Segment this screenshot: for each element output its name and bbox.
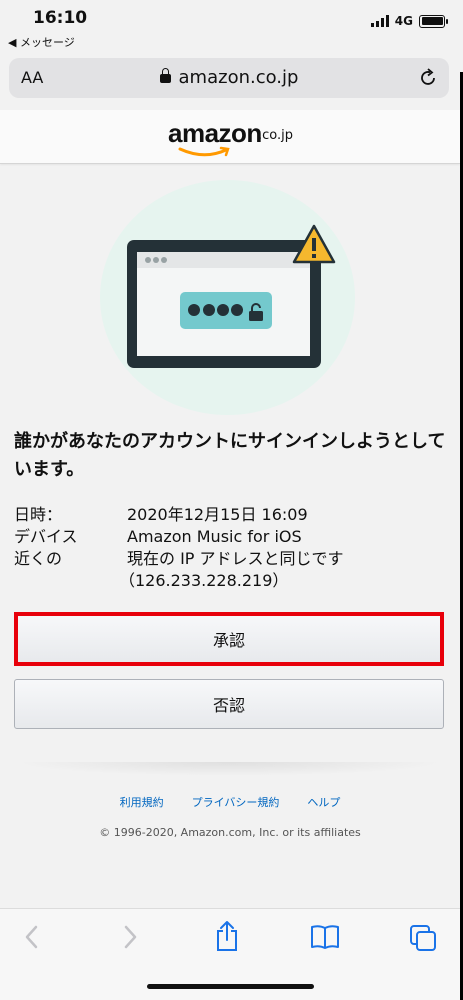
- deny-button[interactable]: 否認: [14, 679, 444, 729]
- network-type: 4G: [394, 14, 413, 28]
- copyright-text: © 1996-2020, Amazon.com, Inc. or its aff…: [99, 826, 361, 839]
- status-indicators: 4G: [370, 14, 448, 28]
- section-divider: [14, 762, 444, 776]
- lock-icon: [159, 68, 171, 83]
- ip-address: （126.233.228.219）: [119, 571, 289, 590]
- amazon-logo[interactable]: amazon: [168, 118, 262, 149]
- amazon-header: amazon .co.jp: [0, 110, 460, 164]
- help-link[interactable]: ヘルプ: [307, 794, 340, 810]
- footer-links: 利用規約 プライバシー規約 ヘルプ: [0, 794, 460, 810]
- signal-icon: [370, 15, 389, 27]
- signin-attempt-heading: 誰かがあなたのアカウントにサインインしようとしています。: [14, 431, 446, 480]
- chevron-right-icon[interactable]: [120, 924, 140, 950]
- url-text: amazon.co.jp: [178, 67, 299, 88]
- back-to-messages-link[interactable]: ◀ メッセージ: [8, 34, 75, 50]
- privacy-link[interactable]: プライバシー規約: [192, 794, 280, 810]
- status-time: 16:10: [33, 8, 88, 28]
- url-field[interactable]: amazon.co.jp: [9, 67, 449, 88]
- date-label: 日時：: [14, 505, 63, 524]
- location-label: 近くの: [14, 549, 63, 568]
- warning-icon: [292, 224, 336, 264]
- date-value: 2020年12月15日 16:09: [127, 505, 308, 524]
- password-dot: [203, 304, 215, 316]
- window-dot: [145, 257, 151, 263]
- device-value: Amazon Music for iOS: [127, 527, 302, 546]
- window-dot: [153, 257, 159, 263]
- password-dot: [188, 304, 200, 316]
- book-icon[interactable]: [310, 924, 340, 950]
- chevron-left-icon[interactable]: [22, 924, 42, 950]
- tabs-icon[interactable]: [409, 924, 437, 952]
- address-bar[interactable]: AA amazon.co.jp: [9, 58, 449, 98]
- device-label: デバイス: [14, 527, 78, 546]
- reload-icon[interactable]: [417, 67, 439, 89]
- home-indicator[interactable]: [147, 984, 314, 989]
- terms-link[interactable]: 利用規約: [120, 794, 164, 810]
- password-dot: [231, 304, 243, 316]
- amazon-logo-tld: .co.jp: [258, 128, 294, 143]
- share-icon[interactable]: [215, 920, 239, 952]
- approve-highlight-box: [14, 612, 444, 666]
- window-dot: [161, 257, 167, 263]
- password-dot: [217, 304, 229, 316]
- location-value: 現在の IP アドレスと同じです: [127, 549, 344, 568]
- amazon-smile-icon: [178, 146, 230, 157]
- padlock-icon: [249, 303, 263, 321]
- battery-icon: [419, 14, 448, 28]
